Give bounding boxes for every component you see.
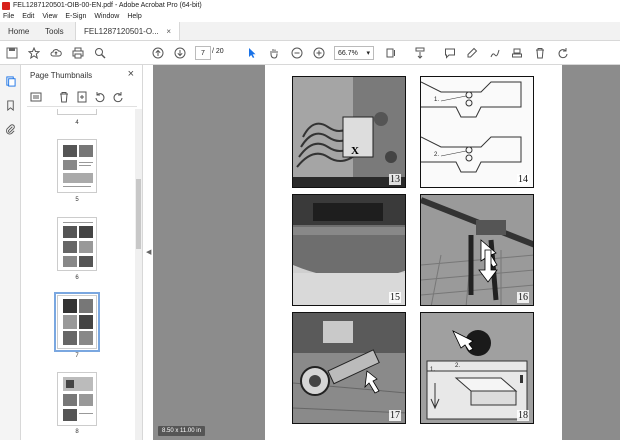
figure-14-image <box>421 77 533 187</box>
page-total: / 20 <box>212 48 224 55</box>
scroll-mode-icon[interactable] <box>413 46 427 60</box>
menu-window[interactable]: Window <box>94 13 119 20</box>
page-thumbnails-icon[interactable] <box>4 75 17 88</box>
figure-13-marker: X <box>351 145 359 157</box>
draw-icon[interactable] <box>488 46 502 60</box>
thumbnail-page-number: 8 <box>75 429 79 435</box>
comment-icon[interactable] <box>443 46 457 60</box>
stamp-icon[interactable] <box>510 46 524 60</box>
tab-home-label: Home <box>8 26 30 36</box>
window-title: FEL1287120501-OIB-00-EN.pdf - Adobe Acro… <box>13 2 202 9</box>
collapse-arrow-icon[interactable]: ◀ <box>146 248 151 256</box>
insert-page-icon[interactable] <box>75 90 89 104</box>
figure-15-image <box>293 195 405 305</box>
rotate-clockwise-icon[interactable] <box>111 90 125 104</box>
pdf-page: X 13 1. 2. 14 15 16 17 1. 2. 18 <box>265 65 562 440</box>
figure-13-image <box>293 77 405 187</box>
page-thumbnails-panel: Page Thumbnails × 4 5 6 7 8 <box>21 65 143 440</box>
fit-page-icon[interactable] <box>384 46 398 60</box>
figure-14-label-1: 1. <box>434 97 440 103</box>
thumbnail-page-number: 7 <box>75 353 79 359</box>
bookmark-icon[interactable] <box>4 99 17 112</box>
figure-number: 14 <box>517 174 529 185</box>
page-thumbnail-selected[interactable] <box>54 292 100 352</box>
document-view[interactable]: X 13 1. 2. 14 15 16 17 1. 2. 18 8.50 x 1… <box>153 65 620 440</box>
thumbnail-page-number: 5 <box>75 197 79 203</box>
figure-number: 18 <box>517 410 529 421</box>
panel-title: Page Thumbnails <box>30 71 93 80</box>
close-panel-icon[interactable]: × <box>128 68 134 80</box>
thumbnail-options-icon[interactable] <box>29 90 43 104</box>
thumbnail-page-number: 6 <box>75 275 79 281</box>
figure-17: 17 <box>292 312 406 424</box>
star-icon[interactable] <box>27 46 41 60</box>
acrobat-logo-icon <box>2 1 10 10</box>
figure-18: 1. 2. 18 <box>420 312 534 424</box>
next-page-icon[interactable] <box>173 46 187 60</box>
figure-15: 15 <box>292 194 406 306</box>
delete-icon[interactable] <box>533 46 547 60</box>
menu-help[interactable]: Help <box>127 13 141 20</box>
figure-17-image <box>293 313 405 423</box>
rotate-counterclockwise-icon[interactable] <box>93 90 107 104</box>
page-thumbnail[interactable] <box>57 217 97 271</box>
page-number-input[interactable]: 7 <box>195 46 211 60</box>
print-icon[interactable] <box>71 46 85 60</box>
page-thumbnail[interactable] <box>57 109 97 115</box>
menu-file[interactable]: File <box>3 13 14 20</box>
redo-icon[interactable] <box>556 46 570 60</box>
menu-view[interactable]: View <box>42 13 57 20</box>
tab-home[interactable]: Home <box>0 22 37 40</box>
previous-page-icon[interactable] <box>151 46 165 60</box>
tab-tools-label: Tools <box>45 26 64 36</box>
figure-14: 1. 2. 14 <box>420 76 534 188</box>
hand-tool-icon[interactable] <box>267 46 281 60</box>
figure-13: X 13 <box>292 76 406 188</box>
figure-18-label-2: 2. <box>455 363 461 369</box>
left-navigation-strip <box>0 65 21 440</box>
panel-collapse-divider[interactable]: ◀ <box>143 65 153 440</box>
highlight-pen-icon[interactable] <box>465 46 479 60</box>
menu-esign[interactable]: E-Sign <box>65 13 86 20</box>
zoom-level-select[interactable]: 66.7% ▾ <box>334 46 374 60</box>
zoom-in-icon[interactable] <box>312 46 326 60</box>
select-cursor-icon[interactable] <box>245 46 259 60</box>
thumbnail-scrollbar[interactable] <box>135 109 142 440</box>
chevron-down-icon: ▾ <box>366 50 370 57</box>
save-icon[interactable] <box>5 46 19 60</box>
delete-pages-icon[interactable] <box>57 90 71 104</box>
figure-14-label-2: 2. <box>434 152 440 158</box>
cloud-upload-icon[interactable] <box>49 46 63 60</box>
figure-16: 16 <box>420 194 534 306</box>
menu-bar: File Edit View E-Sign Window Help <box>0 11 620 22</box>
figure-16-image <box>421 195 533 305</box>
figure-18-label-1: 1. <box>430 367 436 373</box>
zoom-level-value: 66.7% <box>338 49 358 57</box>
tab-tools[interactable]: Tools <box>37 22 75 40</box>
figure-number: 13 <box>389 174 401 185</box>
page-size-indicator: 8.50 x 11.00 in <box>158 426 205 436</box>
tab-document-label: FEL1287120501-O... <box>84 26 159 36</box>
search-icon[interactable] <box>93 46 107 60</box>
menu-edit[interactable]: Edit <box>22 13 34 20</box>
page-thumbnail[interactable] <box>57 139 97 193</box>
figure-number: 17 <box>389 410 401 421</box>
figure-number: 15 <box>389 292 401 303</box>
tab-document[interactable]: FEL1287120501-O... × <box>75 22 180 40</box>
figure-number: 16 <box>517 292 529 303</box>
thumbnail-toolbar <box>27 89 137 107</box>
title-bar: FEL1287120501-OIB-00-EN.pdf - Adobe Acro… <box>0 0 620 11</box>
thumbnail-page-number: 4 <box>75 120 79 126</box>
zoom-out-icon[interactable] <box>290 46 304 60</box>
thumbnail-list: 4 5 6 7 8 <box>21 109 135 440</box>
tab-bar: Home Tools FEL1287120501-O... × <box>0 22 620 41</box>
main-toolbar: 7 / 20 66.7% ▾ <box>0 41 620 65</box>
close-tab-icon[interactable]: × <box>166 27 171 36</box>
thumbnail-scrollbar-thumb[interactable] <box>136 179 141 249</box>
attachment-icon[interactable] <box>4 123 17 136</box>
page-thumbnail[interactable] <box>57 372 97 426</box>
figure-18-image <box>421 313 533 423</box>
